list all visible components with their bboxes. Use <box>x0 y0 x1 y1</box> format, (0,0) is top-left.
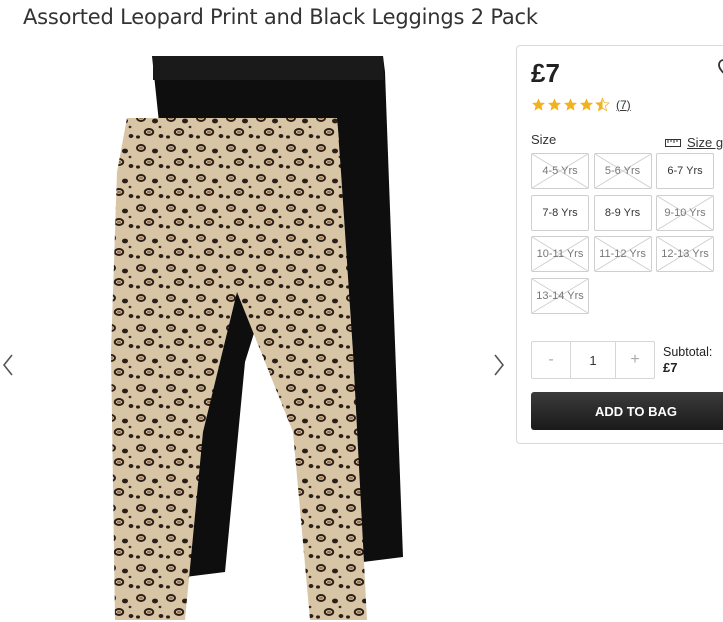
quantity-stepper: - + <box>531 341 655 379</box>
product-rating[interactable]: (7) <box>531 97 631 112</box>
size-option[interactable]: 8-9 Yrs <box>593 194 652 231</box>
star-full-icon <box>548 98 561 111</box>
size-option[interactable]: 7-8 Yrs <box>531 194 589 231</box>
rating-stars <box>531 97 610 112</box>
star-full-icon <box>532 98 545 111</box>
size-option[interactable]: 4-5 Yrs <box>531 153 589 189</box>
size-option[interactable]: 9-10 Yrs <box>656 194 714 231</box>
size-option-label: 12-13 Yrs <box>661 248 709 260</box>
subtotal-value: £7 <box>663 360 678 375</box>
ruler-icon <box>665 138 681 147</box>
size-option-label: 10-11 Yrs <box>536 248 584 260</box>
size-label: Size <box>531 132 557 147</box>
size-option-label: 4-5 Yrs <box>542 165 578 177</box>
size-option-label: 8-9 Yrs <box>604 206 641 219</box>
size-option[interactable]: 13-14 Yrs <box>531 277 589 314</box>
subtotal: Subtotal: £7 <box>663 344 712 376</box>
star-full-icon <box>564 98 577 111</box>
quantity-input[interactable] <box>570 342 616 378</box>
next-image-arrow-icon[interactable] <box>490 352 508 378</box>
product-price: £7 <box>531 58 560 88</box>
size-option[interactable]: 12-13 Yrs <box>656 236 714 272</box>
previous-image-arrow-icon[interactable] <box>0 352 18 378</box>
black-leggings-waistband <box>153 56 384 80</box>
product-image <box>111 56 403 620</box>
quantity-decrease-button[interactable]: - <box>532 342 570 378</box>
size-option-label: 7-8 Yrs <box>542 206 578 219</box>
leopard-leggings-waistband <box>125 118 339 140</box>
size-guide-link[interactable]: Size gu <box>665 135 723 150</box>
subtotal-label: Subtotal: <box>663 345 713 359</box>
size-option[interactable]: 11-12 Yrs <box>593 236 652 272</box>
size-option-label: 6-7 Yrs <box>667 165 703 177</box>
size-option-label: 5-6 Yrs <box>604 165 641 177</box>
review-count-link[interactable]: (7) <box>616 98 631 112</box>
wishlist-heart-icon[interactable] <box>717 58 723 85</box>
star-full-icon <box>580 98 593 111</box>
size-option-label: 9-10 Yrs <box>664 206 706 219</box>
quantity-increase-button[interactable]: + <box>616 342 654 378</box>
size-option-label: 11-12 Yrs <box>599 248 646 260</box>
product-purchase-panel: £7 (7) Size Size gu 4-5 Yrs 5-6 Yrs 6-7 Yr… <box>516 45 723 444</box>
size-option-label: 13-14 Yrs <box>536 289 584 302</box>
product-image-gallery <box>0 40 515 620</box>
size-option[interactable]: 6-7 Yrs <box>656 153 714 189</box>
star-half-icon <box>595 97 610 112</box>
size-guide-label[interactable]: Size gu <box>687 135 723 150</box>
product-title: Assorted Leopard Print and Black Legging… <box>23 5 538 29</box>
size-option[interactable]: 10-11 Yrs <box>531 236 589 272</box>
add-to-bag-button[interactable]: ADD TO BAG <box>531 392 723 430</box>
size-option[interactable]: 5-6 Yrs <box>593 153 652 189</box>
